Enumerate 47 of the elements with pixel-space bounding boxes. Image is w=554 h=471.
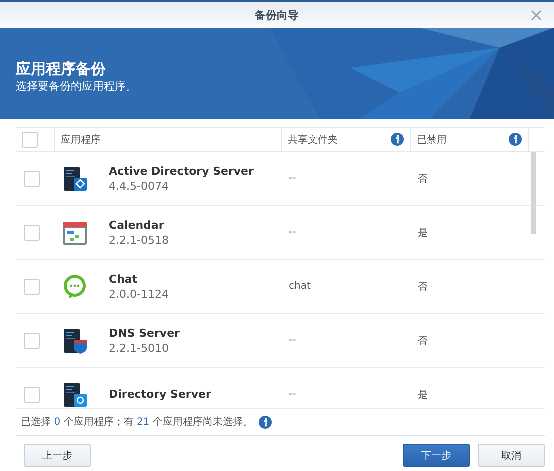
server-icon bbox=[61, 164, 89, 192]
row-checkbox[interactable] bbox=[24, 170, 40, 186]
row-checkbox[interactable] bbox=[24, 386, 40, 402]
disabled-cell-text: 否 bbox=[418, 280, 428, 294]
row-checkbox[interactable] bbox=[24, 332, 40, 348]
column-header-cell[interactable]: 应用程序 bbox=[54, 128, 281, 151]
app-version: 2.2.1-5010 bbox=[109, 342, 170, 354]
shared-folder-cell: -- bbox=[289, 227, 296, 238]
scrollbar[interactable] bbox=[531, 152, 536, 234]
row-checkbox[interactable] bbox=[24, 224, 40, 240]
dialog-button[interactable]: 取消 bbox=[478, 444, 545, 467]
column-header-cell[interactable]: 已禁用 bbox=[410, 128, 528, 151]
app-name: DNS Server bbox=[109, 326, 180, 340]
close-icon[interactable] bbox=[531, 10, 542, 21]
disabled-cell-text: 否 bbox=[418, 334, 428, 348]
next-button[interactable]: 下一步 bbox=[403, 444, 470, 467]
shared-folder-cell: -- bbox=[289, 335, 296, 346]
info-icon[interactable] bbox=[258, 416, 272, 428]
server-shield-icon bbox=[61, 326, 89, 354]
dialog-button[interactable]: 上一步 bbox=[24, 444, 91, 467]
disabled-cell-text: 是 bbox=[418, 226, 428, 240]
selection-status: 已选择 0 个应用程序；有 21 个应用程序尚未选择。 bbox=[21, 416, 253, 429]
app-version: 4.4.5-0074 bbox=[109, 180, 170, 192]
row-checkbox[interactable] bbox=[24, 278, 40, 294]
app-name: Active Directory Server bbox=[109, 164, 254, 178]
info-icon[interactable] bbox=[391, 133, 404, 146]
app-name: Calendar bbox=[109, 218, 166, 232]
app-version: 2.2.1-0518 bbox=[109, 234, 169, 246]
window-title: 备份向导 bbox=[255, 8, 299, 22]
app-name: Directory Server bbox=[109, 388, 212, 401]
disabled-cell-text: 否 bbox=[418, 172, 428, 186]
column-header: 已禁用 bbox=[417, 134, 447, 146]
disabled-cell-text: 是 bbox=[418, 388, 428, 402]
app-name: Chat bbox=[109, 272, 139, 286]
column-header: 应用程序 bbox=[61, 134, 101, 146]
banner-subtitle: 选择要备份的应用程序。 bbox=[16, 78, 138, 94]
chat-bubble-icon bbox=[61, 272, 89, 300]
info-icon[interactable] bbox=[509, 133, 522, 146]
app-version: 2.0.0-1124 bbox=[109, 288, 169, 300]
shared-folder-cell: chat bbox=[289, 281, 311, 292]
banner-title: 应用程序备份 bbox=[16, 60, 107, 78]
column-header-cell[interactable]: 共享文件夹 bbox=[281, 128, 410, 151]
shared-folder-cell: -- bbox=[289, 173, 296, 184]
column-header: 共享文件夹 bbox=[288, 134, 338, 146]
shared-folder-cell: -- bbox=[289, 389, 296, 400]
server-icon bbox=[61, 380, 89, 408]
select-all-checkbox[interactable] bbox=[22, 132, 38, 148]
